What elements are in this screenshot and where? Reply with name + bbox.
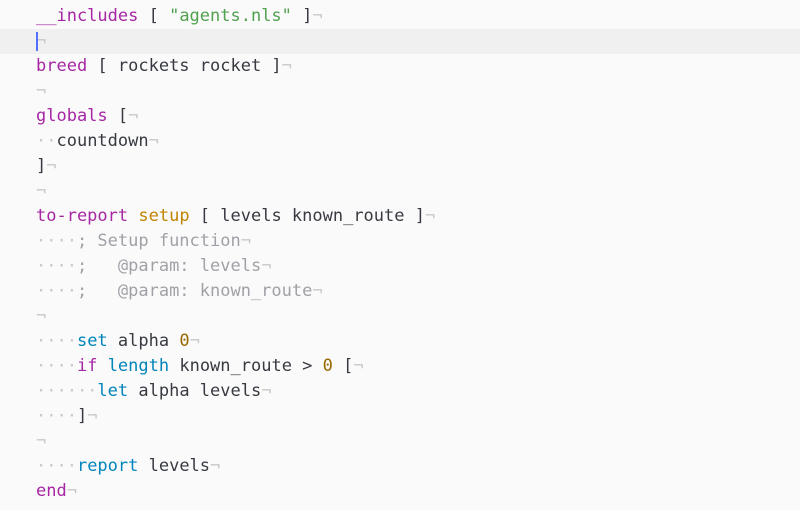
- end-of-line-marker: ¬: [261, 256, 272, 276]
- code-token: alpha: [107, 331, 180, 351]
- code-token: if: [76, 356, 98, 376]
- indent-guide: ······: [36, 381, 98, 401]
- code-token: [ levels known_route ]: [189, 206, 425, 226]
- code-line[interactable]: ····; @param: known_route¬: [0, 279, 800, 304]
- indent-guide: ····: [36, 256, 77, 276]
- text-caret: [36, 32, 38, 51]
- indent-guide: ····: [36, 356, 77, 376]
- code-token: setup: [138, 206, 190, 226]
- code-token: ]: [36, 156, 47, 176]
- code-line[interactable]: ¬: [0, 29, 800, 54]
- end-of-line-marker: ¬: [36, 81, 47, 101]
- code-line[interactable]: ··countdown¬: [0, 129, 800, 154]
- end-of-line-marker: ¬: [148, 131, 159, 151]
- code-line[interactable]: ¬: [0, 429, 800, 454]
- indent-guide: ····: [36, 456, 77, 476]
- indent-guide: ····: [36, 281, 77, 301]
- end-of-line-marker: ¬: [36, 181, 47, 201]
- code-line[interactable]: ¬: [0, 179, 800, 204]
- code-token: [: [138, 6, 170, 26]
- code-line[interactable]: ¬: [0, 304, 800, 329]
- code-line[interactable]: ¬: [0, 79, 800, 104]
- end-of-line-marker: ¬: [36, 431, 47, 451]
- code-token: countdown: [56, 131, 149, 151]
- end-of-line-marker: ¬: [46, 156, 57, 176]
- code-token: [: [107, 106, 129, 126]
- code-token: __includes: [36, 6, 139, 26]
- end-of-line-marker: ¬: [281, 56, 292, 76]
- code-editor[interactable]: __includes [ "agents.nls" ]¬ ¬ breed [ roc…: [0, 4, 800, 510]
- code-token: let: [97, 381, 129, 401]
- indent-guide: ····: [36, 231, 77, 251]
- end-of-line-marker: ¬: [66, 481, 77, 501]
- code-line[interactable]: ····if length known_route > 0 [¬: [0, 354, 800, 379]
- end-of-line-marker: ¬: [353, 356, 364, 376]
- code-token: to-report: [36, 206, 129, 226]
- end-of-line-marker: ¬: [128, 106, 139, 126]
- indent-guide: ····: [36, 406, 77, 426]
- code-token: "agents.nls": [169, 6, 292, 26]
- end-of-line-marker: ¬: [240, 231, 251, 251]
- code-token: [ rockets rocket ]: [87, 56, 282, 76]
- code-token: ]: [76, 406, 88, 426]
- code-line[interactable]: ····; @param: levels¬: [0, 254, 800, 279]
- code-token: length: [107, 356, 170, 376]
- code-token: ; Setup function: [76, 231, 241, 251]
- code-token: levels: [138, 456, 211, 476]
- code-line[interactable]: __includes [ "agents.nls" ]¬: [0, 4, 800, 29]
- end-of-line-marker: ¬: [36, 306, 47, 326]
- code-token: ; @param: levels: [76, 256, 262, 276]
- code-token: ; @param: known_route: [76, 281, 313, 301]
- indent-guide: ····: [36, 331, 77, 351]
- end-of-line-marker: ¬: [312, 281, 323, 301]
- code-token: globals: [36, 106, 108, 126]
- code-token: known_route >: [169, 356, 323, 376]
- indent-guide: ··: [36, 131, 57, 151]
- code-token: set: [76, 331, 108, 351]
- code-token: [: [332, 356, 354, 376]
- code-line[interactable]: ····]¬: [0, 404, 800, 429]
- code-token: report: [76, 456, 139, 476]
- code-token: 0: [322, 356, 333, 376]
- code-line[interactable]: to-report setup [ levels known_route ]¬: [0, 204, 800, 229]
- code-line[interactable]: ····set alpha 0¬: [0, 329, 800, 354]
- code-line[interactable]: end¬: [0, 479, 800, 504]
- code-token: end: [36, 481, 67, 501]
- code-line[interactable]: breed [ rockets rocket ]¬: [0, 54, 800, 79]
- code-line[interactable]: ····report levels¬: [0, 454, 800, 479]
- code-token: ]: [291, 6, 313, 26]
- end-of-line-marker: ¬: [312, 6, 323, 26]
- code-line[interactable]: ]¬: [0, 154, 800, 179]
- code-line[interactable]: ······let alpha levels¬: [0, 379, 800, 404]
- end-of-line-marker: ¬: [189, 331, 200, 351]
- end-of-line-marker: ¬: [424, 206, 436, 226]
- code-token: breed: [36, 56, 88, 76]
- code-line[interactable]: ····; Setup function¬: [0, 229, 800, 254]
- end-of-line-marker: ¬: [87, 406, 98, 426]
- code-line[interactable]: globals [¬: [0, 104, 800, 129]
- code-token: alpha levels: [128, 381, 262, 401]
- code-token: 0: [179, 331, 190, 351]
- end-of-line-marker: ¬: [261, 381, 272, 401]
- end-of-line-marker: ¬: [210, 456, 221, 476]
